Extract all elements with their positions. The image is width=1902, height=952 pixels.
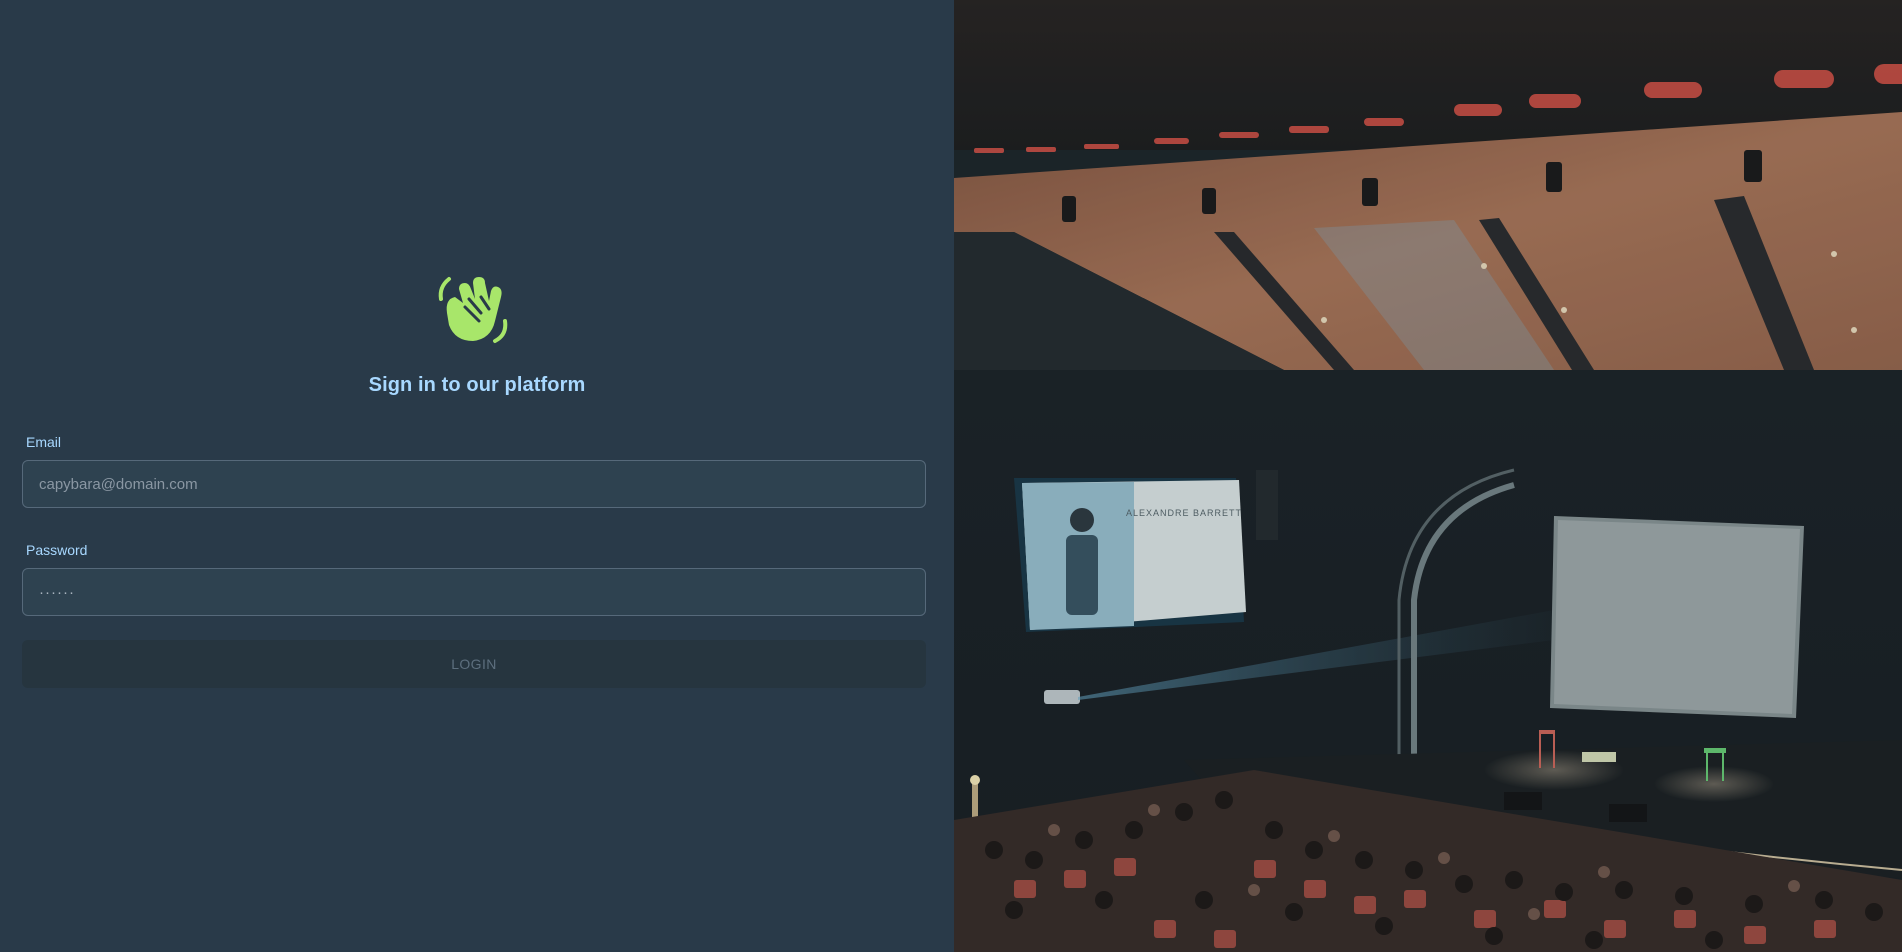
- page-title: Sign in to our platform: [368, 374, 586, 396]
- login-button[interactable]: LOGIN: [22, 640, 926, 688]
- password-field[interactable]: [22, 568, 926, 616]
- auditorium-presentation-photo: ALEXANDRE BARRETT: [954, 0, 1902, 952]
- password-label: Password: [26, 542, 88, 558]
- login-panel: Sign in to our platform Email Password L…: [0, 0, 954, 952]
- email-label: Email: [26, 434, 62, 450]
- waving-hand-icon: [435, 269, 513, 347]
- email-field[interactable]: [22, 460, 926, 508]
